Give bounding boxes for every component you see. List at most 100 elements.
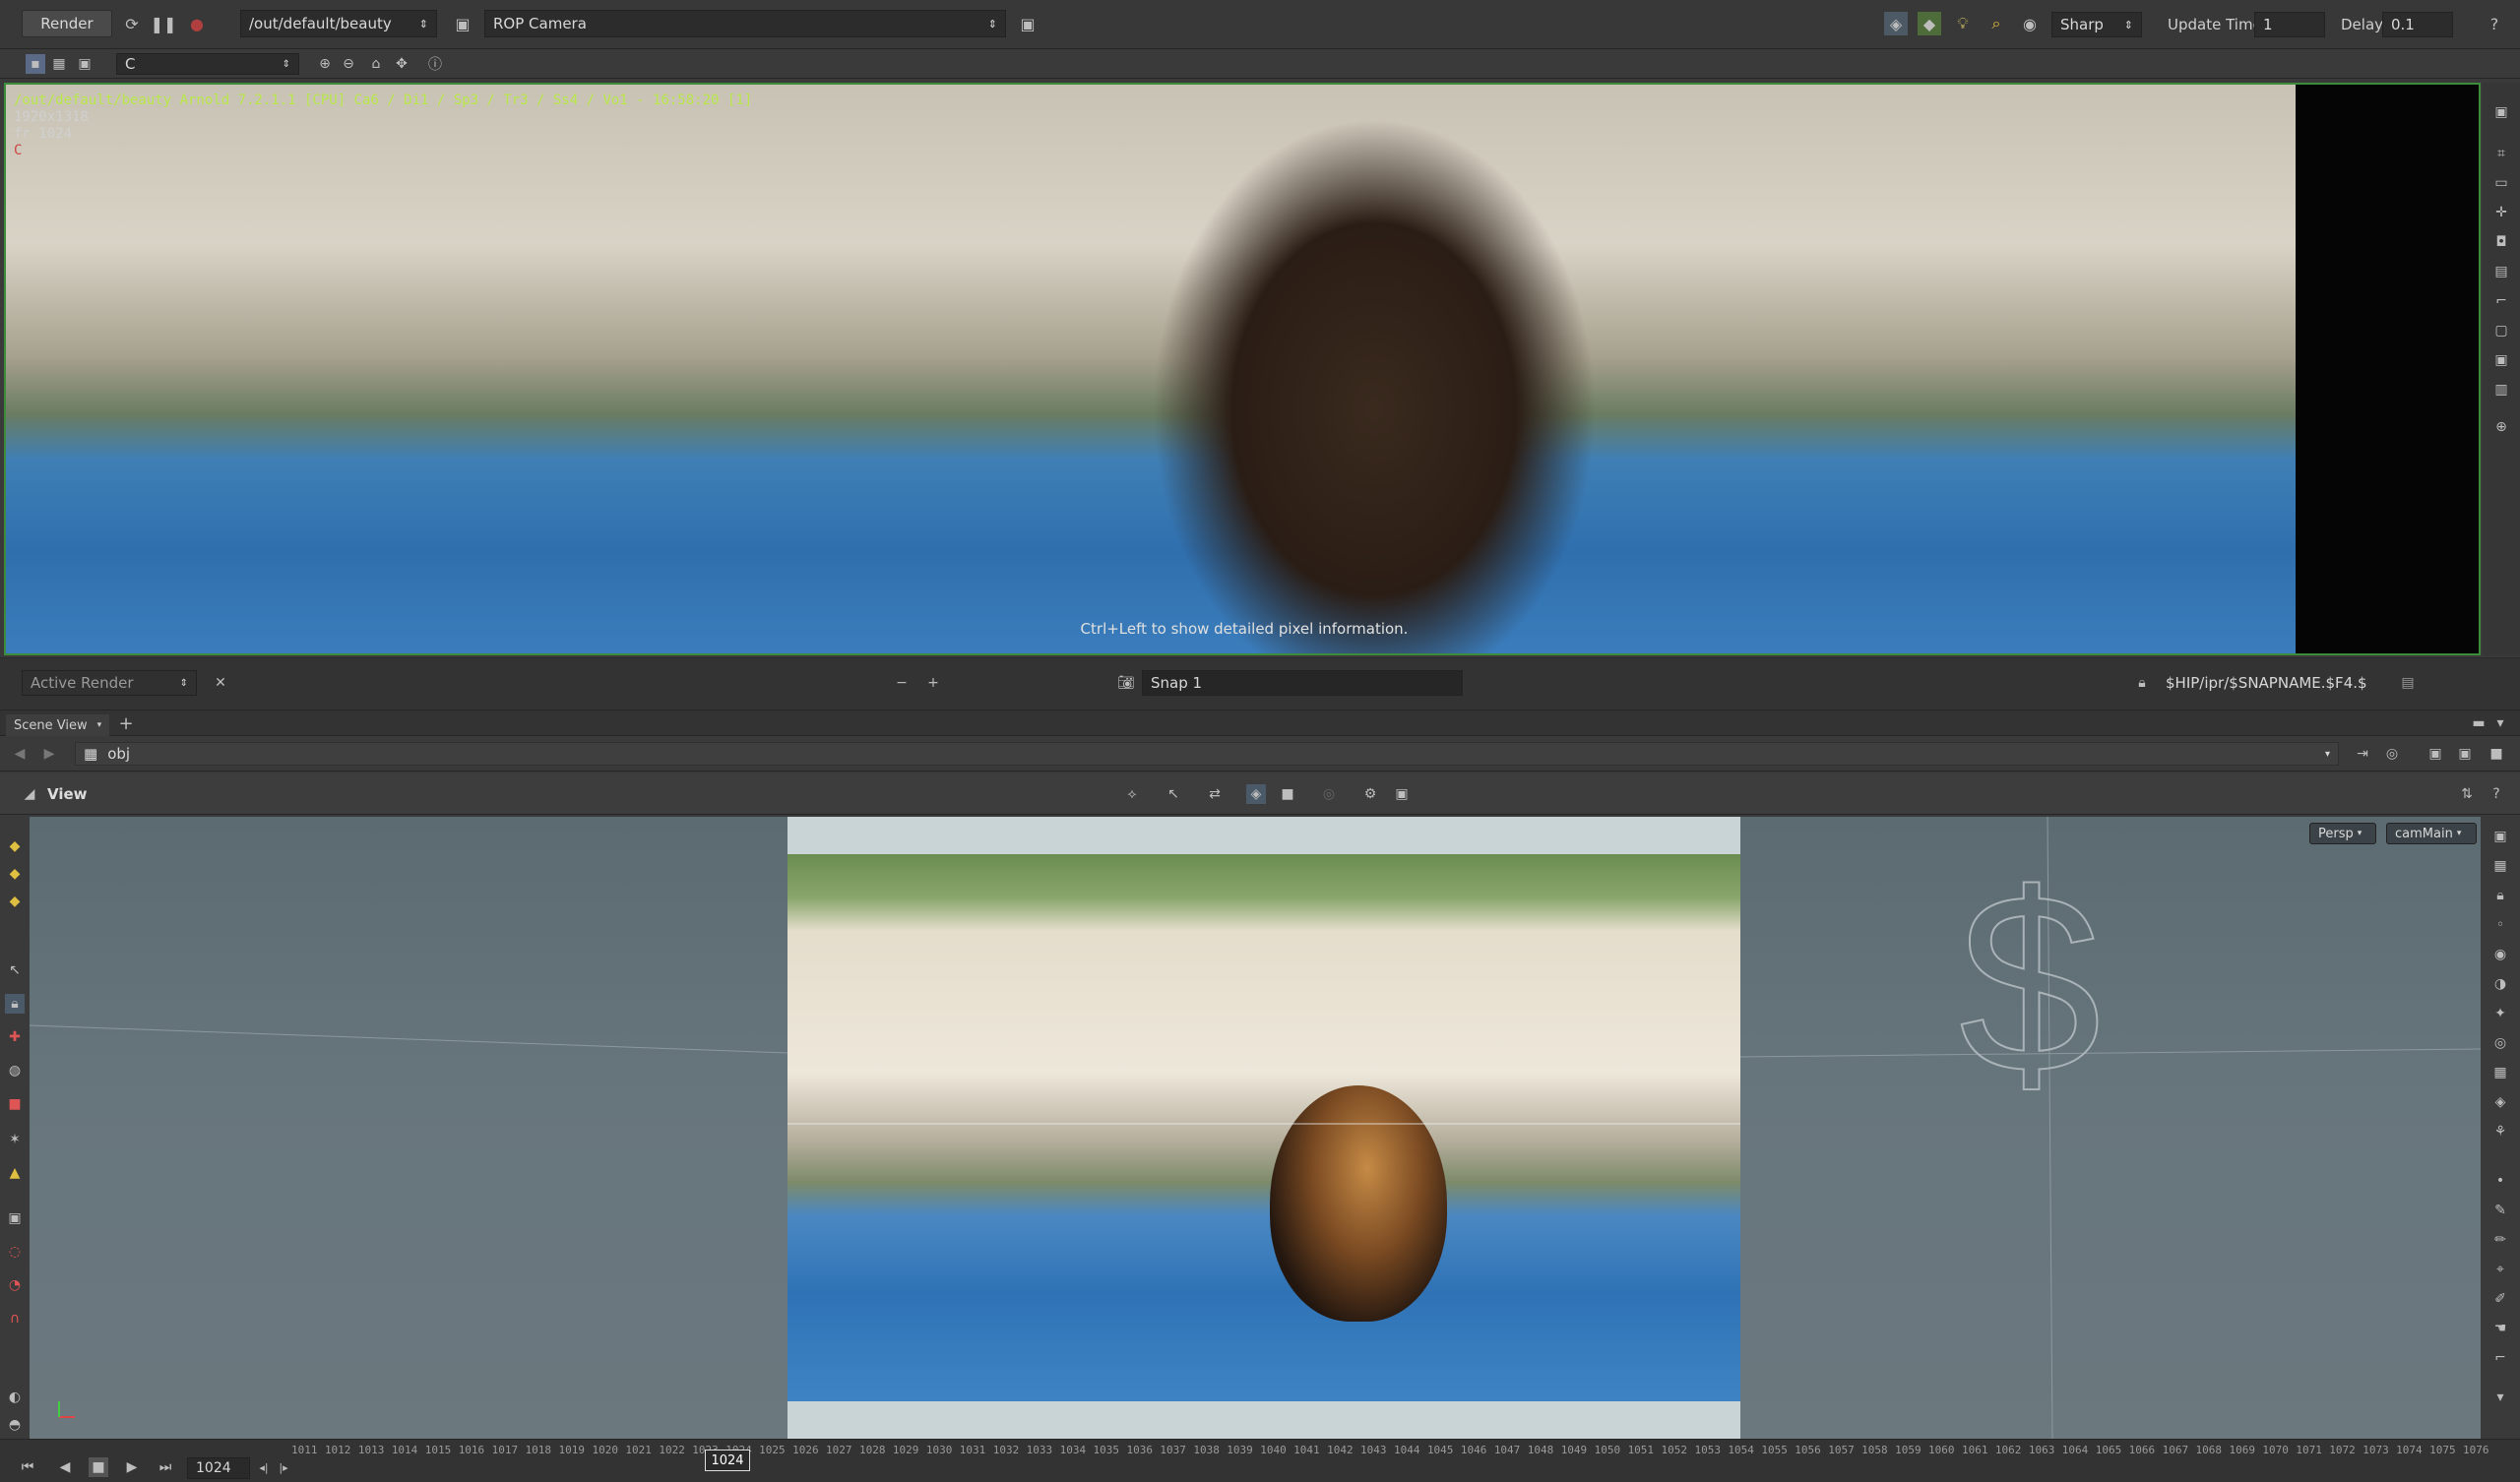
- select-tool-icon[interactable]: ⟡: [1122, 784, 1142, 804]
- active-render-dropdown[interactable]: Active Render ⇕: [22, 670, 197, 696]
- chevron-down-icon[interactable]: ▾: [2490, 713, 2510, 733]
- zoom-out-icon[interactable]: ⊖: [339, 54, 358, 74]
- arrow-down-icon[interactable]: ▾: [2490, 1388, 2510, 1407]
- pen-icon[interactable]: ✎: [2490, 1201, 2510, 1220]
- play-icon[interactable]: ▶: [122, 1457, 142, 1477]
- handle-tool-icon[interactable]: ↖: [1164, 784, 1183, 804]
- lock-icon[interactable]: 🔒︎: [5, 994, 25, 1014]
- ghost-icon[interactable]: ◓: [5, 1415, 25, 1435]
- grid-icon[interactable]: ▦: [2490, 1063, 2510, 1082]
- overlay-display-icon[interactable]: ▣: [75, 54, 94, 74]
- lasso-icon[interactable]: ◌: [5, 1242, 25, 1262]
- sphere-icon[interactable]: ◉: [2490, 945, 2510, 964]
- sphere-icon[interactable]: ◉: [2018, 12, 2042, 35]
- camera-jump-icon[interactable]: ▣: [1016, 12, 1040, 35]
- help-icon[interactable]: ?: [2487, 784, 2506, 804]
- output-path-dropdown[interactable]: /out/default/beauty ⇕: [240, 10, 437, 37]
- view-menu-icon[interactable]: ◢: [20, 784, 39, 804]
- step-back-icon[interactable]: ◀: [55, 1457, 75, 1477]
- pose-tool-icon[interactable]: ⇄: [1205, 784, 1225, 804]
- info-icon[interactable]: ⓘ: [425, 54, 445, 74]
- save-disk-icon[interactable]: ▤: [2398, 673, 2418, 693]
- dot-icon[interactable]: •: [2490, 1171, 2510, 1191]
- delay-input[interactable]: 0.1: [2382, 12, 2453, 37]
- stop-icon[interactable]: ●: [185, 12, 209, 35]
- crop-icon[interactable]: ⌗: [2491, 144, 2511, 163]
- forward-arrow-icon[interactable]: ▶: [39, 744, 59, 764]
- display-toggle-icon[interactable]: ▣: [2490, 827, 2510, 846]
- stop-icon[interactable]: ■: [89, 1457, 108, 1477]
- layout-icon[interactable]: ▣: [2426, 744, 2445, 764]
- camera-dropdown[interactable]: ROP Camera ⇕: [484, 10, 1006, 37]
- move-icon[interactable]: ✛: [2491, 203, 2511, 222]
- handle-icon[interactable]: ▲: [5, 1163, 25, 1183]
- shading-dropdown[interactable]: Sharp ⇕: [2051, 12, 2142, 37]
- fit-icon[interactable]: ✥: [392, 54, 411, 74]
- update-time-input[interactable]: 1: [2254, 12, 2325, 37]
- camera-icon[interactable]: ◎: [2490, 1033, 2510, 1053]
- aov-dropdown[interactable]: C ⇕: [116, 53, 299, 75]
- hand-icon[interactable]: ☚: [2490, 1319, 2510, 1338]
- save-icon[interactable]: ▤: [2491, 262, 2511, 281]
- zoom-icon[interactable]: ⌕: [1984, 12, 2008, 35]
- node-jump-icon[interactable]: ▣: [451, 12, 474, 35]
- link-icon[interactable]: ◎: [2382, 744, 2402, 764]
- display-options-icon[interactable]: ▣: [2455, 744, 2475, 764]
- pane-menu-icon[interactable]: ▬: [2469, 713, 2488, 733]
- box-icon[interactable]: ■: [1278, 784, 1297, 804]
- next-key-icon[interactable]: |▸: [274, 1457, 293, 1477]
- shading-icon[interactable]: ◑: [2490, 974, 2510, 994]
- snapshot-view-icon[interactable]: ▣: [1392, 784, 1412, 804]
- pencil-icon[interactable]: ✏: [2490, 1230, 2510, 1250]
- jump-start-icon[interactable]: ⏮: [18, 1457, 37, 1477]
- transform-icon[interactable]: ✚: [5, 1027, 25, 1047]
- snap-path-field[interactable]: $HIP/ipr/$SNAPNAME.$F4.$: [2158, 670, 2390, 696]
- render-button[interactable]: Render: [22, 10, 112, 37]
- lock-icon[interactable]: 🔒︎: [2132, 673, 2152, 693]
- minus-icon[interactable]: −: [892, 673, 912, 693]
- monitor-icon[interactable]: ▥: [2491, 380, 2511, 400]
- timeline-playhead[interactable]: 1024: [705, 1450, 750, 1471]
- scale-icon[interactable]: ■: [5, 1094, 25, 1114]
- measure-icon[interactable]: ⌖: [2490, 1260, 2510, 1279]
- add-tab-icon[interactable]: +: [116, 713, 136, 734]
- help-icon[interactable]: ?: [2483, 12, 2506, 35]
- auto-update-icon[interactable]: ◆: [1918, 12, 1941, 35]
- light-tool-icon[interactable]: ◆: [5, 836, 25, 856]
- render-region-icon[interactable]: ⚙: [1360, 784, 1380, 804]
- light-tool-icon[interactable]: ◆: [5, 864, 25, 884]
- maximize-icon[interactable]: ■: [2487, 744, 2506, 764]
- pin-icon[interactable]: ⇥: [2353, 744, 2372, 764]
- bones-icon[interactable]: ⚘: [2490, 1122, 2510, 1142]
- rgb-display-icon[interactable]: ▪: [26, 54, 45, 74]
- zoom-in-icon[interactable]: ⊕: [315, 54, 335, 74]
- display-icon[interactable]: ▣: [2491, 350, 2511, 370]
- brush-icon[interactable]: ◔: [5, 1275, 25, 1295]
- refresh-icon[interactable]: ⟳: [120, 12, 144, 35]
- eye-icon[interactable]: ◐: [5, 1388, 25, 1407]
- pick-icon[interactable]: ◘: [2491, 232, 2511, 252]
- magnify-icon[interactable]: ⊕: [2491, 417, 2511, 437]
- preview-icon[interactable]: ◈: [1884, 12, 1908, 35]
- region-icon[interactable]: ▭: [2491, 173, 2511, 193]
- lock-icon[interactable]: 🔒︎: [2490, 886, 2510, 905]
- brush-icon[interactable]: ✐: [2490, 1289, 2510, 1309]
- prev-key-icon[interactable]: ◂|: [254, 1457, 274, 1477]
- light-tool-icon[interactable]: ◆: [5, 892, 25, 911]
- rotate-icon[interactable]: ◍: [5, 1061, 25, 1081]
- network-path-field[interactable]: ▦ obj ▾: [75, 742, 2339, 766]
- snap-name-field[interactable]: Snap 1: [1142, 670, 1463, 696]
- wireframe-icon[interactable]: ▦: [2490, 856, 2510, 876]
- point-icon[interactable]: ◦: [2490, 915, 2510, 935]
- pointer-icon[interactable]: ↖: [5, 960, 25, 980]
- jump-end-icon[interactable]: ⏭: [156, 1457, 175, 1477]
- corner-icon[interactable]: ⌐: [2490, 1348, 2510, 1368]
- persp-menu[interactable]: Persp ▾: [2309, 823, 2376, 844]
- plus-icon[interactable]: +: [923, 673, 943, 693]
- light-icon[interactable]: ✦: [2490, 1004, 2510, 1023]
- snapshot-icon[interactable]: ▣: [2491, 102, 2511, 122]
- current-frame-input[interactable]: 1024: [187, 1457, 250, 1479]
- camera-tool-icon[interactable]: ▣: [5, 1208, 25, 1228]
- light-bulb-icon[interactable]: 💡︎: [1951, 12, 1975, 35]
- alpha-display-icon[interactable]: ▦: [49, 54, 69, 74]
